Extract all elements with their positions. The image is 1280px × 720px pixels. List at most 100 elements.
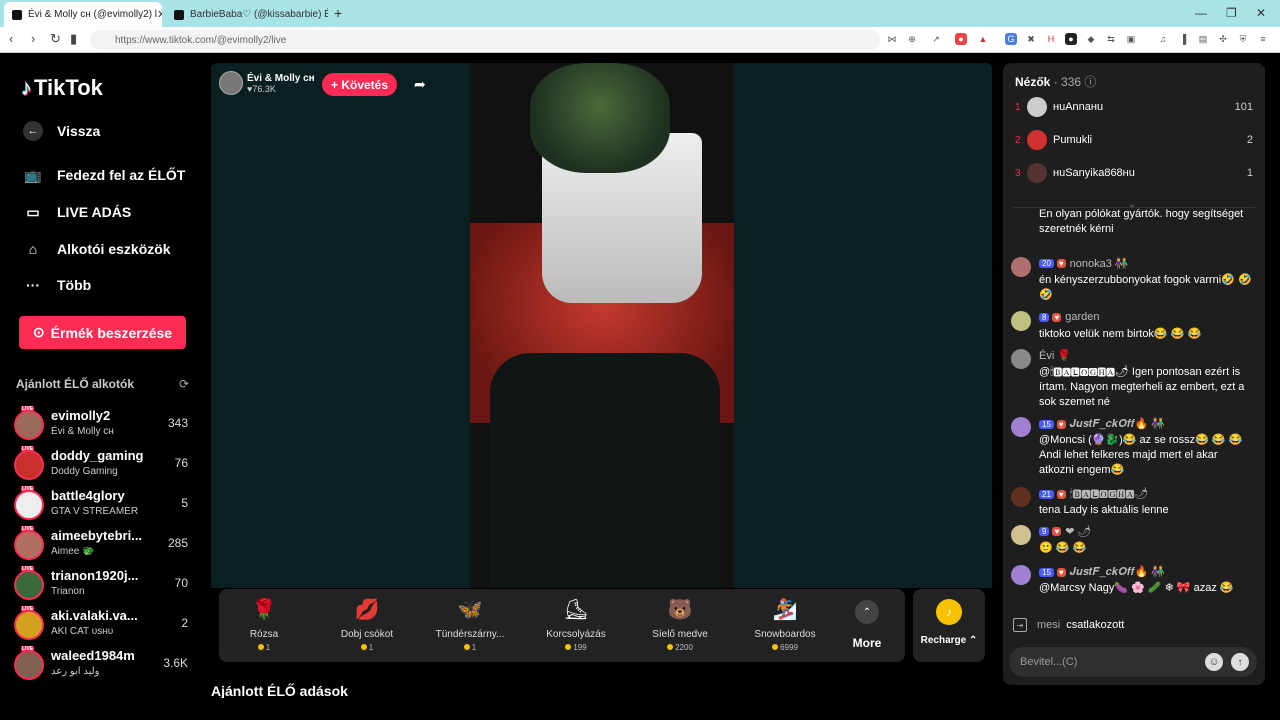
avatar[interactable] xyxy=(14,530,44,560)
host-info[interactable]: Évi & Molly ᴄʜ ♥76.3K xyxy=(219,71,315,95)
gift-item[interactable]: 🏂 Snowboardos 6999 xyxy=(740,595,830,653)
brave-shield-icon[interactable]: ● xyxy=(955,33,967,45)
avatar[interactable] xyxy=(14,450,44,480)
get-coins-button[interactable]: ⊙ Érmék beszerzése xyxy=(19,316,186,349)
avatar[interactable] xyxy=(14,410,44,440)
back-button[interactable]: ← Vissza xyxy=(23,121,100,141)
creator-name[interactable]: aki.valaki.va... xyxy=(51,608,151,623)
nav-more[interactable]: ··· Több xyxy=(23,275,91,295)
hls-extension-icon[interactable]: H xyxy=(1045,33,1057,45)
avatar[interactable] xyxy=(14,570,44,600)
reload-icon[interactable]: ↻ xyxy=(50,31,61,47)
host-name[interactable]: Évi & Molly ᴄʜ xyxy=(247,73,315,84)
chat-username[interactable]: nonoka3 👫 xyxy=(1070,257,1129,270)
rewards-icon[interactable]: ▲ xyxy=(977,33,989,45)
avatar[interactable] xyxy=(1027,130,1047,150)
top-viewer-row[interactable]: 2 Pumukli 2 xyxy=(1015,129,1253,151)
refresh-icon[interactable]: ⟳ xyxy=(179,377,189,391)
creator-name[interactable]: battle4glory xyxy=(51,488,151,503)
nav-creator-tools[interactable]: ⌂ Alkotói eszközök xyxy=(23,239,171,259)
creator-item[interactable]: LIVE aimeebytebri... Aimee 🐲 285 xyxy=(14,526,194,564)
address-bar[interactable]: https://www.tiktok.com/@evimolly2/live xyxy=(90,30,880,50)
close-window-icon[interactable]: ✕ xyxy=(1256,6,1266,20)
tab-evimolly[interactable]: Évi & Molly ᴄʜ (@evimolly2) l ✕ xyxy=(4,2,162,27)
tab-barbiebaba[interactable]: BarbieBaba♡ (@kissabarbie) ÉLŐ ad xyxy=(166,2,328,27)
avatar[interactable] xyxy=(14,610,44,640)
creator-item[interactable]: LIVE doddy_gaming Doddy Gaming 76 xyxy=(14,446,194,484)
creator-item[interactable]: LIVE battle4glory GTA V STREAMER 5 xyxy=(14,486,194,524)
extension-icon[interactable]: ▣ xyxy=(1125,33,1137,45)
gift-item[interactable]: 🐻 Síelő medve 2200 xyxy=(635,595,725,653)
avatar[interactable] xyxy=(1011,525,1031,545)
extension-icon[interactable]: ◆ xyxy=(1085,33,1097,45)
creator-name[interactable]: doddy_gaming xyxy=(51,448,151,463)
nav-live-studio[interactable]: ▭ LIVE ADÁS xyxy=(23,202,131,222)
avatar[interactable] xyxy=(1027,97,1047,117)
new-tab-icon[interactable]: + xyxy=(334,5,342,21)
send-icon[interactable]: ↑ xyxy=(1231,653,1249,671)
close-tab-icon[interactable]: ✕ xyxy=(157,8,162,21)
avatar[interactable] xyxy=(1011,311,1031,331)
avatar[interactable] xyxy=(14,490,44,520)
minimize-icon[interactable]: — xyxy=(1195,6,1207,20)
avatar[interactable] xyxy=(14,650,44,680)
viewer-name[interactable]: Pumukli xyxy=(1053,134,1247,146)
gift-item[interactable]: ⛸ Korcsolyázás 199 xyxy=(531,595,621,653)
chat-username[interactable]: garden xyxy=(1065,311,1099,323)
bookmark-icon[interactable]: ▮ xyxy=(70,31,77,47)
vpn-icon[interactable]: ⛨ xyxy=(1237,33,1249,45)
menu-icon[interactable]: ≡ xyxy=(1257,33,1269,45)
chat-username[interactable]: ❤ 🌶 xyxy=(1065,525,1091,538)
more-gifts-button[interactable]: ⌃ More xyxy=(845,600,889,650)
avatar[interactable] xyxy=(1011,257,1031,277)
media-icon[interactable]: ♫ xyxy=(1157,33,1169,45)
extension-icon[interactable]: ⇆ xyxy=(1105,33,1117,45)
chat-username[interactable]: 𝑱𝒖𝒔𝒕𝑭_𝒄𝒌𝑶𝒇𝒇🔥 👫 xyxy=(1070,417,1165,431)
chat-username[interactable]: 𝑱𝒖𝒔𝒕𝑭_𝒄𝒌𝑶𝒇𝒇🔥 👫 xyxy=(1070,565,1165,579)
host-avatar[interactable] xyxy=(219,71,243,95)
recharge-button[interactable]: ♪ Recharge ⌃ xyxy=(913,589,985,662)
avatar[interactable] xyxy=(1011,487,1031,507)
creator-name[interactable]: evimolly2 xyxy=(51,408,151,423)
gift-item[interactable]: 🦋 Tündérszárny... 1 xyxy=(425,595,515,653)
share-icon[interactable]: ➦ xyxy=(414,76,426,93)
zoom-icon[interactable]: ⊕ xyxy=(906,33,918,45)
tiktok-logo[interactable]: ♪ TikTok xyxy=(21,75,103,101)
forward-icon[interactable]: › xyxy=(31,31,35,46)
video-stage[interactable] xyxy=(211,63,992,588)
extensions-puzzle-icon[interactable]: ✣ xyxy=(1217,33,1229,45)
creator-item[interactable]: LIVE aki.valaki.va... AKI CAT ᴜsʜᴜ 2 xyxy=(14,606,194,644)
emoji-icon[interactable]: ☺ xyxy=(1205,653,1223,671)
wallet-icon[interactable]: ▤ xyxy=(1197,33,1209,45)
viewer-name[interactable]: ʜuSanyika868ʜu xyxy=(1053,167,1247,179)
creator-item[interactable]: LIVE evimolly2 Évi & Molly ᴄʜ 343 xyxy=(14,406,194,444)
info-icon[interactable]: ⓘ xyxy=(1084,75,1096,89)
avatar[interactable] xyxy=(1011,417,1031,437)
extension-icon[interactable]: ✖ xyxy=(1025,33,1037,45)
live-video[interactable] xyxy=(470,63,734,588)
follow-button[interactable]: + Követés xyxy=(322,73,397,96)
creator-item[interactable]: LIVE trianon1920j... Trianon 70 xyxy=(14,566,194,604)
nav-explore-live[interactable]: 📺 Fedezd fel az ÉLŐT xyxy=(23,165,185,185)
top-viewer-row[interactable]: 1 ʜuAnnaʜu 101 xyxy=(1015,96,1253,118)
translate-icon[interactable]: G xyxy=(1005,33,1017,45)
avatar[interactable] xyxy=(1027,163,1047,183)
chat-username[interactable]: 🕯🅱🅰🅻🅾🅶🅷🅰🌶 xyxy=(1070,487,1149,501)
top-viewer-row[interactable]: 3 ʜuSanyika868ʜu 1 xyxy=(1015,162,1253,184)
extension-icon[interactable]: ● xyxy=(1065,33,1077,45)
creator-name[interactable]: trianon1920j... xyxy=(51,568,151,583)
extension-icon[interactable]: ⋈ xyxy=(886,33,898,45)
avatar[interactable] xyxy=(1011,349,1031,369)
creator-name[interactable]: waleed1984m xyxy=(51,648,151,663)
restore-icon[interactable]: ❐ xyxy=(1226,6,1237,20)
viewer-name[interactable]: ʜuAnnaʜu xyxy=(1053,101,1235,113)
avatar[interactable] xyxy=(1011,565,1031,585)
gift-item[interactable]: 💋 Dobj csókot 1 xyxy=(322,595,412,653)
creator-name[interactable]: aimeebytebri... xyxy=(51,528,151,543)
creator-item[interactable]: LIVE waleed1984m وليد ابو رعد 3.6K xyxy=(14,646,194,684)
sidebar-icon[interactable]: ▐ xyxy=(1177,33,1189,45)
chat-username[interactable]: Évi 🌹 xyxy=(1039,349,1071,362)
gift-item[interactable]: 🌹 Rózsa 1 xyxy=(219,595,309,653)
share-page-icon[interactable]: ↗ xyxy=(930,33,942,45)
back-icon[interactable]: ‹ xyxy=(9,31,13,46)
